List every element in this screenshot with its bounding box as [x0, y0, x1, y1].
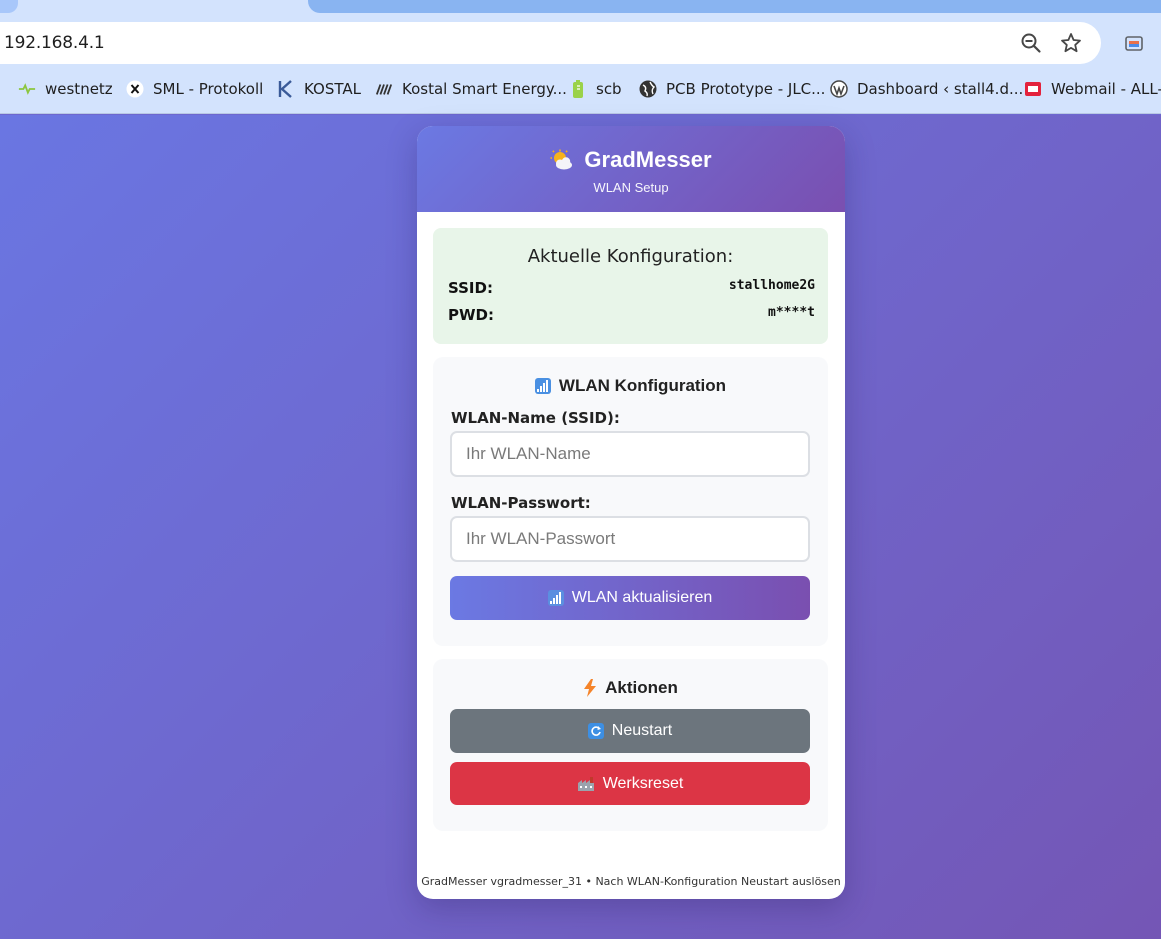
- card-header: GradMesser WLAN Setup: [417, 126, 845, 212]
- ssid-field-label: WLAN-Name (SSID):: [451, 409, 620, 427]
- extension-icon[interactable]: [1123, 33, 1145, 55]
- wlan-section-title-text: WLAN Konfiguration: [558, 376, 727, 395]
- footer-text: GradMesser vgradmesser_31 • Nach WLAN-Ko…: [421, 875, 841, 888]
- bookmark-label: Webmail - ALL-IN: [1051, 80, 1161, 98]
- app-title: GradMesser: [417, 126, 845, 173]
- bookmark-label: Dashboard ‹ stall4.d...: [857, 80, 1024, 98]
- tab-next[interactable]: [308, 0, 1161, 13]
- pwd-value: m****t: [768, 305, 815, 320]
- globe-icon: [639, 80, 657, 98]
- webmail-icon: [1024, 80, 1042, 98]
- actions-section: Aktionen Neustart Werksreset: [433, 659, 828, 831]
- app-subtitle: WLAN Setup: [593, 180, 669, 195]
- tab-strip: [0, 0, 1161, 13]
- westnetz-icon: [18, 80, 36, 98]
- password-input[interactable]: [450, 516, 810, 562]
- actions-section-title: Aktionen: [433, 678, 828, 698]
- x-icon: [126, 80, 144, 98]
- factory-icon: [577, 776, 594, 791]
- bookmark-westnetz[interactable]: westnetz: [18, 79, 113, 99]
- bookmark-label: PCB Prototype - JLC...: [666, 80, 826, 98]
- bookmark-kostal-smart-energy[interactable]: Kostal Smart Energy...: [375, 79, 567, 99]
- app-title-text: GradMesser: [584, 147, 712, 172]
- wlan-update-button[interactable]: WLAN aktualisieren: [450, 576, 810, 620]
- current-config-panel: Aktuelle Konfiguration: SSID: stallhome2…: [433, 228, 828, 344]
- factory-reset-button[interactable]: Werksreset: [450, 762, 810, 805]
- setup-card: GradMesser WLAN Setup Aktuelle Konfigura…: [417, 126, 845, 899]
- bookmark-label: SML - Protokoll: [153, 80, 264, 98]
- wlan-section-title: WLAN Konfiguration: [433, 376, 828, 396]
- lightning-icon: [584, 679, 597, 697]
- wordpress-icon: [830, 80, 848, 98]
- config-title: Aktuelle Konfiguration:: [527, 246, 734, 267]
- signal-bars-icon: [547, 590, 564, 606]
- wlan-update-button-label: WLAN aktualisieren: [571, 589, 713, 606]
- bookmark-star-icon[interactable]: [1060, 32, 1082, 54]
- bookmark-webmail[interactable]: Webmail - ALL-IN: [1024, 79, 1161, 99]
- bookmark-scb[interactable]: scb: [569, 79, 622, 99]
- bookmark-sml-protokoll[interactable]: SML - Protokoll: [126, 79, 263, 99]
- bookmark-pcb-prototype[interactable]: PCB Prototype - JLC...: [639, 79, 825, 99]
- zoom-out-icon[interactable]: [1020, 32, 1042, 54]
- page-background: GradMesser WLAN Setup Aktuelle Konfigura…: [0, 115, 1161, 939]
- restart-button[interactable]: Neustart: [450, 709, 810, 753]
- ssid-value: stallhome2G: [728, 278, 815, 293]
- url-text[interactable]: 192.168.4.1: [4, 33, 105, 53]
- factory-reset-button-label: Werksreset: [602, 774, 684, 792]
- bookmark-kostal[interactable]: KOSTAL: [277, 79, 361, 99]
- address-bar[interactable]: [0, 22, 1101, 64]
- wlan-config-section: WLAN Konfiguration WLAN-Name (SSID): WLA…: [433, 357, 828, 646]
- restart-button-label: Neustart: [611, 722, 673, 739]
- sun-cloud-icon: [550, 149, 573, 170]
- ssid-label: SSID:: [448, 279, 493, 297]
- bookmark-label: westnetz: [45, 80, 113, 98]
- bookmark-label: Kostal Smart Energy...: [402, 80, 567, 98]
- password-field-label: WLAN-Passwort:: [451, 494, 591, 512]
- bookmark-label: KOSTAL: [304, 80, 361, 98]
- tab-previous[interactable]: [0, 0, 18, 13]
- ssid-input[interactable]: [450, 431, 810, 477]
- bookmark-dashboard[interactable]: Dashboard ‹ stall4.d...: [830, 79, 1023, 99]
- kostal-smart-energy-icon: [375, 80, 393, 98]
- battery-icon: [569, 80, 587, 98]
- signal-bars-icon: [534, 378, 551, 394]
- bookmark-label: scb: [596, 80, 622, 98]
- browser-toolbar: 192.168.4.1: [0, 13, 1161, 65]
- actions-section-title-text: Aktionen: [605, 678, 678, 697]
- refresh-icon: [587, 723, 604, 739]
- pwd-label: PWD:: [448, 306, 494, 324]
- bookmarks-bar: westnetz SML - Protokoll KOSTAL Kostal S…: [0, 65, 1161, 114]
- kostal-icon: [277, 80, 295, 98]
